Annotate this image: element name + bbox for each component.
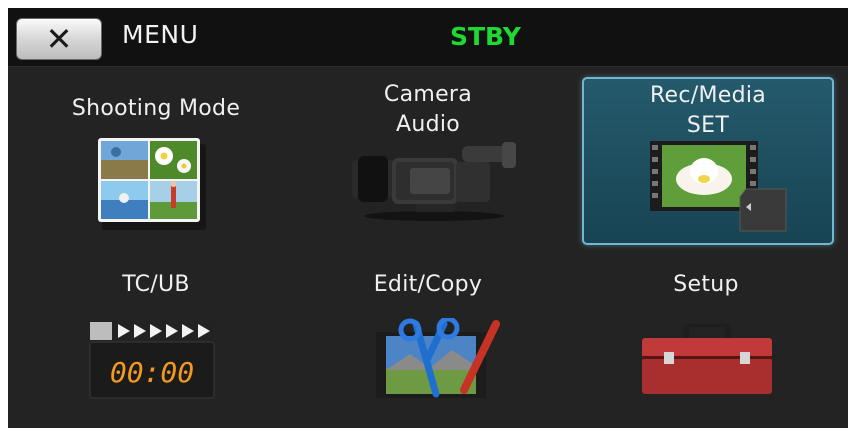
- menu-item-shooting-mode[interactable]: Shooting Mode: [32, 76, 280, 240]
- toolbox-icon: [642, 324, 772, 394]
- menu-item-label: Rec/Media SET: [649, 83, 767, 138]
- menu-title: MENU: [122, 20, 199, 49]
- camcorder-icon: [352, 142, 516, 221]
- menu-item-label: TC/UB: [122, 272, 190, 297]
- menu-item-label: Edit/Copy: [373, 272, 483, 297]
- close-button[interactable]: ✕: [16, 18, 102, 60]
- clapperboard-icon: 00:00: [89, 322, 215, 399]
- menu-item-tc-ub[interactable]: TC/UB 00:00: [32, 254, 280, 418]
- shooting-mode-icon: [98, 138, 206, 230]
- menu-item-label: Camera Audio: [383, 82, 473, 137]
- menu-item-label: Setup: [673, 272, 739, 297]
- close-x-icon: ✕: [45, 20, 73, 58]
- menu-item-label: Shooting Mode: [71, 96, 241, 121]
- rec-media-icon: [650, 141, 787, 232]
- standby-status: STBY: [450, 22, 521, 51]
- menu-item-rec-media-set[interactable]: Rec/Media SET: [582, 77, 834, 245]
- menu-item-camera-audio[interactable]: Camera Audio: [304, 76, 552, 240]
- menu-item-edit-copy[interactable]: Edit/Copy: [304, 254, 552, 418]
- edit-copy-icon: [376, 318, 500, 398]
- timecode-display: 00:00: [110, 356, 194, 389]
- menu-screen: ✕ MENU STBY Shooting Mode Camera Audio R…: [8, 8, 848, 428]
- menu-item-setup[interactable]: Setup: [582, 254, 830, 418]
- header-bar: ✕ MENU STBY: [8, 8, 848, 67]
